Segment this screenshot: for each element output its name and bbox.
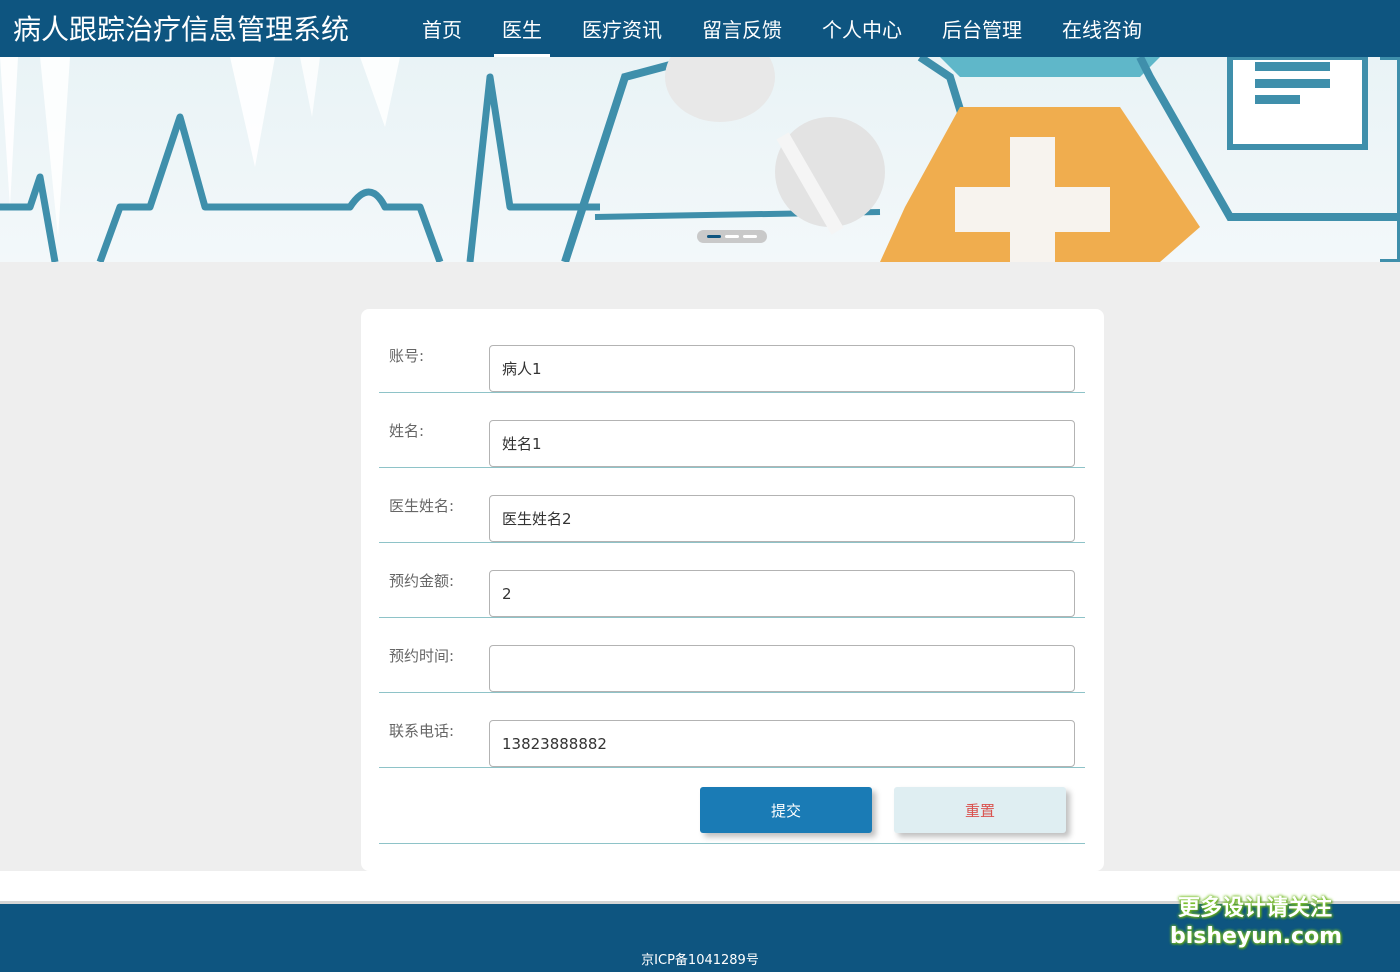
name-input[interactable]	[489, 420, 1075, 467]
carousel-dot-2[interactable]	[725, 235, 739, 238]
fee-input[interactable]	[489, 570, 1075, 617]
name-label: 姓名:	[389, 421, 425, 440]
time-input[interactable]	[489, 645, 1075, 692]
nav-item-home[interactable]: 首页	[402, 0, 482, 57]
main-nav: 首页 医生 医疗资讯 留言反馈 个人中心 后台管理 在线咨询	[402, 0, 1162, 57]
nav-item-medical-news[interactable]: 医疗资讯	[562, 0, 682, 57]
form-row-doctor-name: 医生姓名:	[379, 468, 1085, 543]
carousel-dot-3[interactable]	[743, 235, 757, 238]
carousel-indicators	[697, 230, 767, 243]
form-actions: 提交 重置	[379, 769, 1085, 844]
nav-item-doctor[interactable]: 医生	[482, 0, 562, 57]
phone-input[interactable]	[489, 720, 1075, 767]
form-row-phone: 联系电话:	[379, 693, 1085, 768]
form-row-name: 姓名:	[379, 393, 1085, 468]
reset-button[interactable]: 重置	[894, 787, 1066, 833]
booking-form-card: 账号: 姓名: 医生姓名: 预约金额: 预约时间: 联系电话: 提交 重置	[361, 309, 1104, 871]
account-input[interactable]	[489, 345, 1075, 392]
doctor-name-input[interactable]	[489, 495, 1075, 542]
nav-item-feedback[interactable]: 留言反馈	[682, 0, 802, 57]
doctor-name-label: 医生姓名:	[389, 496, 455, 515]
fee-label: 预约金额:	[389, 571, 455, 590]
submit-button[interactable]: 提交	[700, 787, 872, 833]
account-label: 账号:	[389, 346, 425, 365]
nav-item-online-consult[interactable]: 在线咨询	[1042, 0, 1162, 57]
form-row-account: 账号:	[379, 318, 1085, 393]
form-row-time: 预约时间:	[379, 618, 1085, 693]
nav-item-admin[interactable]: 后台管理	[922, 0, 1042, 57]
app-title: 病人跟踪治疗信息管理系统	[13, 13, 350, 46]
phone-label: 联系电话:	[389, 721, 455, 740]
site-watermark: 更多设计请关注 bisheyun.com	[1170, 895, 1343, 951]
nav-item-personal-center[interactable]: 个人中心	[802, 0, 922, 57]
form-row-fee: 预约金额:	[379, 543, 1085, 618]
top-header: 病人跟踪治疗信息管理系统 首页 医生 医疗资讯 留言反馈 个人中心 后台管理 在…	[0, 0, 1400, 57]
watermark-line-2: bisheyun.com	[1170, 924, 1343, 949]
time-label: 预约时间:	[389, 646, 455, 665]
watermark-line-1: 更多设计请关注	[1177, 896, 1332, 921]
icp-record: 京ICP备1041289号	[641, 953, 759, 968]
carousel-dot-1[interactable]	[707, 235, 721, 238]
